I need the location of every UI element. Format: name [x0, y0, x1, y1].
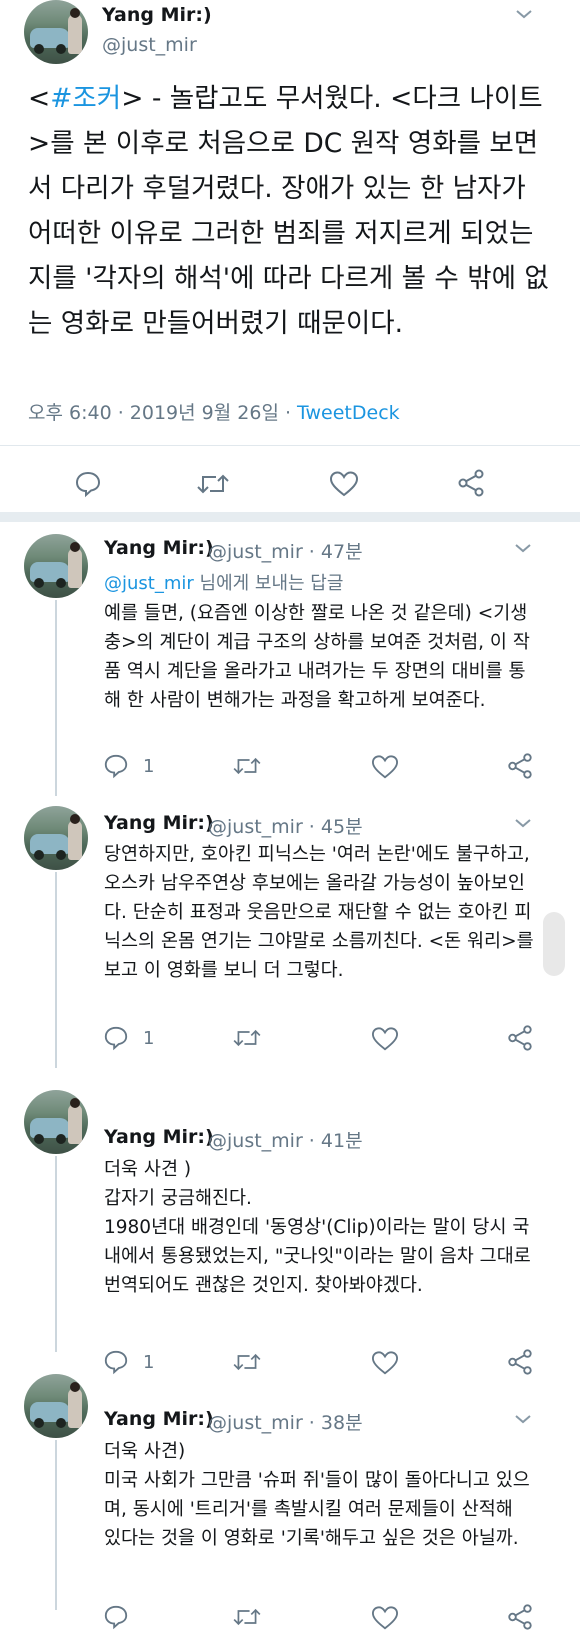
reply-count: 1	[143, 1028, 155, 1049]
like-icon[interactable]	[329, 470, 359, 498]
retweet-icon[interactable]	[232, 1605, 262, 1629]
tweet-text: <#조커> - 놀랍고도 무서웠다. <다크 나이트>를 본 이후로 처음으로 …	[28, 76, 553, 346]
handle-time[interactable]: @just_mir · 45분	[208, 812, 363, 839]
avatar-head	[70, 8, 80, 18]
reply-icon[interactable]	[103, 1604, 129, 1630]
retweet-icon[interactable]	[232, 1350, 262, 1374]
handle-time[interactable]: @just_mir · 41분	[208, 1126, 363, 1153]
avatar-wheel	[34, 44, 44, 54]
avatar-person	[68, 1388, 82, 1428]
reply-text-line: 더욱 사견)	[104, 1441, 186, 1462]
chevron-down-icon[interactable]	[515, 8, 533, 20]
replying-to: @just_mir 님에게 보내는 답글	[104, 569, 343, 595]
reply-to-link[interactable]: @just_mir	[104, 573, 194, 594]
avatar-wheel	[34, 850, 44, 860]
avatar-head	[70, 542, 80, 552]
handle-time[interactable]: @just_mir · 47분	[208, 537, 363, 564]
hashtag-link[interactable]: #조커	[50, 83, 121, 114]
share-icon[interactable]	[506, 1024, 534, 1052]
like-icon[interactable]	[371, 754, 399, 780]
avatar-wheel	[56, 1418, 66, 1428]
handle-time[interactable]: @just_mir · 38분	[208, 1408, 363, 1435]
timestamp[interactable]: 오후 6:40 · 2019년 9월 26일 ·	[28, 402, 297, 424]
scrollbar-handle[interactable]	[543, 912, 565, 976]
author-name[interactable]: Yang Mir:)	[102, 4, 212, 26]
chevron-down-icon[interactable]	[514, 817, 532, 829]
chevron-down-icon[interactable]	[514, 542, 532, 554]
author-handle[interactable]: @just_mir	[102, 34, 197, 56]
avatar-person	[68, 820, 82, 860]
author-name[interactable]: Yang Mir:)	[104, 1126, 214, 1148]
thread-line	[55, 600, 57, 796]
avatar-wheel	[34, 1418, 44, 1428]
thread-line	[55, 1440, 57, 1610]
reply-text-line: 미국 사회가 그만큼 '슈퍼 쥐'들이 많이 돌아다니고 있으며, 동시에 '트…	[104, 1470, 530, 1549]
divider	[0, 445, 580, 446]
avatar-head	[70, 1098, 80, 1108]
avatar-wheel	[34, 1134, 44, 1144]
text-body: > - 놀랍고도 무서웠다. <다크 나이트>를 본 이후로 처음으로 DC 원…	[28, 83, 549, 339]
share-icon[interactable]	[506, 1348, 534, 1376]
reply-text: 당연하지만, 호아킨 피닉스는 '여러 논란'에도 불구하고, 오스카 남우주연…	[104, 844, 534, 981]
like-icon[interactable]	[371, 1350, 399, 1376]
avatar-wheel	[56, 1134, 66, 1144]
like-icon[interactable]	[371, 1605, 399, 1631]
avatar-head	[70, 814, 80, 824]
retweet-icon[interactable]	[232, 1026, 262, 1050]
tweet-meta: 오후 6:40 · 2019년 9월 26일 · TweetDeck	[28, 398, 400, 425]
reply-text-line: 1980년대 배경인데 '동영상'(Clip)이라는 말이 당시 국내에서 통용…	[104, 1217, 531, 1296]
reply-icon[interactable]	[74, 470, 102, 498]
avatar-wheel	[56, 850, 66, 860]
reply-text: 더욱 사견 ) 갑자기 궁금해진다. 1980년대 배경인데 '동영상'(Cli…	[104, 1155, 534, 1300]
avatar[interactable]	[24, 806, 88, 870]
source-link[interactable]: TweetDeck	[297, 402, 400, 424]
avatar[interactable]	[24, 1374, 88, 1438]
avatar-person	[68, 548, 82, 588]
avatar-wheel	[34, 578, 44, 588]
chevron-down-icon[interactable]	[514, 1413, 532, 1425]
share-icon[interactable]	[506, 1603, 534, 1631]
share-icon[interactable]	[506, 752, 534, 780]
thread-line	[55, 1156, 57, 1352]
avatar-person	[68, 14, 82, 54]
reply-icon[interactable]	[103, 1025, 129, 1051]
like-icon[interactable]	[371, 1026, 399, 1052]
reply-count: 1	[143, 1352, 155, 1373]
retweet-icon[interactable]	[232, 754, 262, 778]
avatar[interactable]	[24, 1090, 88, 1154]
retweet-icon[interactable]	[196, 470, 230, 498]
author-name[interactable]: Yang Mir:)	[104, 1408, 214, 1430]
avatar-wheel	[56, 578, 66, 588]
avatar-head	[70, 1382, 80, 1392]
thread-line	[55, 872, 57, 1068]
reply-count: 1	[143, 756, 155, 777]
reply-text: 예를 들면, (요즘엔 이상한 짤로 나온 것 같은데) <기생충>의 계단이 …	[104, 603, 530, 711]
avatar[interactable]	[24, 0, 88, 64]
avatar-person	[68, 1104, 82, 1144]
reply-icon[interactable]	[103, 753, 129, 779]
reply-text-line: 갑자기 궁금해진다.	[104, 1188, 252, 1209]
text-prefix: <	[28, 83, 51, 114]
reply-to-suffix: 님에게 보내는 답글	[193, 573, 344, 594]
share-icon[interactable]	[456, 468, 486, 498]
author-name[interactable]: Yang Mir:)	[104, 537, 214, 559]
section-separator	[0, 512, 580, 522]
reply-text: 더욱 사견) 미국 사회가 그만큼 '슈퍼 쥐'들이 많이 돌아다니고 있으며,…	[104, 1437, 534, 1553]
avatar-wheel	[56, 44, 66, 54]
author-name[interactable]: Yang Mir:)	[104, 812, 214, 834]
avatar[interactable]	[24, 534, 88, 598]
reply-text-line: 더욱 사견 )	[104, 1159, 192, 1180]
reply-icon[interactable]	[103, 1349, 129, 1375]
